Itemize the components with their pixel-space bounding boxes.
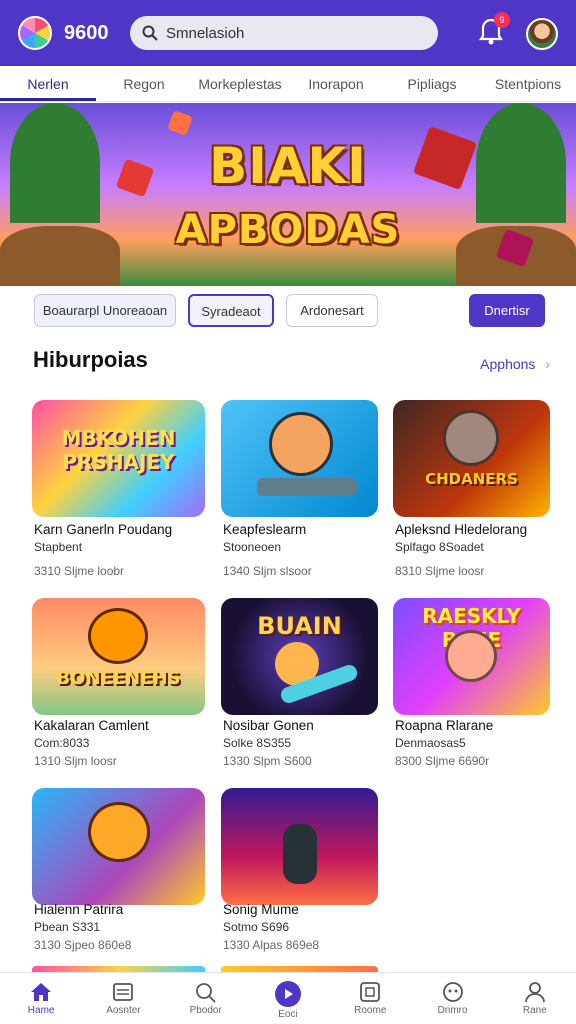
game-subtitle: Solke 8S355 <box>223 736 292 750</box>
game-card-image[interactable] <box>32 788 205 905</box>
filter-chip-3[interactable]: Ardonesart <box>286 294 378 327</box>
section-see-all-link[interactable]: Apphons › <box>480 356 550 372</box>
game-title[interactable]: Nosibar Gonen <box>223 718 314 733</box>
game-title[interactable]: Roapna Rlarane <box>395 718 493 733</box>
game-subtitle: Pbean S331 <box>34 920 101 934</box>
nav-label: Pbodor <box>189 1005 222 1016</box>
game-meta: 1310 Sljm loosr <box>34 754 117 768</box>
nav-label: Aosnter <box>106 1005 141 1016</box>
game-meta: 1330 Alpas 869e8 <box>223 938 320 952</box>
search-input[interactable]: Smnelasioh <box>130 16 438 50</box>
game-title[interactable]: Sonig Mume <box>223 902 299 917</box>
game-title[interactable]: Kakalaran Camlent <box>34 718 149 733</box>
tab-inorapon[interactable]: Inorapon <box>288 66 384 101</box>
game-meta: 3130 Sjpeo 860e8 <box>34 938 132 952</box>
app-logo-icon[interactable] <box>18 16 52 50</box>
character-gun <box>257 478 357 496</box>
game-art-text: BUAIN <box>257 612 342 640</box>
character-face <box>445 630 497 682</box>
search-icon <box>142 25 158 41</box>
game-meta: 8310 Sljme loosr <box>395 564 485 578</box>
character-face <box>443 410 499 466</box>
tab-regon[interactable]: Regon <box>96 66 192 101</box>
see-all-label: Apphons <box>480 356 536 372</box>
character-face <box>88 802 150 862</box>
tab-nerlen[interactable]: Nerlen <box>0 66 96 101</box>
square-icon <box>360 982 381 1002</box>
cube-decoration <box>167 110 193 136</box>
nav-dnmro[interactable]: Dnmro <box>411 973 493 1024</box>
nav-label: Eoci <box>278 1009 298 1020</box>
gamepad-icon <box>442 982 463 1002</box>
game-art-text: MBKOHEN PRSHAJEY <box>61 426 176 474</box>
character-silhouette <box>283 824 317 884</box>
nav-label: Hame <box>27 1005 55 1016</box>
filter-chip-1[interactable]: Boaurarpl Unoreaoan <box>34 294 176 327</box>
category-tabs: Nerlen Regon Morkeplestas Inorapon Pipli… <box>0 66 576 102</box>
tab-pipliags[interactable]: Pipliags <box>384 66 480 101</box>
filter-bar: Boaurarpl Unoreaoan Syradeaot Ardonesart… <box>34 294 546 328</box>
home-icon <box>31 983 52 1001</box>
nav-play[interactable]: Eoci <box>247 973 329 1024</box>
tab-stentpions[interactable]: Stentpions <box>480 66 576 101</box>
nav-room[interactable]: Roome <box>329 973 411 1024</box>
character-face <box>269 412 333 476</box>
hero-banner[interactable]: BIAKI APBODAS <box>0 103 576 286</box>
nav-label: Roome <box>354 1005 387 1016</box>
game-meta: 1330 Slpm S600 <box>223 754 312 768</box>
game-card-image[interactable]: RAESKLY BAIJE <box>393 598 550 715</box>
app-header: 9600 Smnelasioh 9 <box>0 0 576 66</box>
game-title[interactable]: Apleksnd Hledelorang <box>395 522 527 537</box>
game-title[interactable]: Hialenn Patrira <box>34 902 123 917</box>
search-placeholder: Smnelasioh <box>166 24 245 42</box>
game-card-image[interactable]: BONEENEHS <box>32 598 205 715</box>
nav-label: Rane <box>522 1005 547 1016</box>
search-icon <box>195 983 216 1003</box>
character-face <box>88 608 148 664</box>
banner-title-line2: APBODAS <box>175 207 401 253</box>
game-card-image[interactable]: BUAIN <box>221 598 378 715</box>
game-subtitle: Splfago 8Soadet <box>395 540 484 554</box>
nav-account[interactable]: Aosnter <box>82 973 164 1024</box>
game-card-image[interactable]: MBKOHEN PRSHAJEY <box>32 400 205 517</box>
game-title[interactable]: Karn Ganerln Poudang <box>34 522 172 537</box>
nav-search[interactable]: Pbodor <box>165 973 247 1024</box>
chevron-right-icon: › <box>545 356 550 372</box>
game-meta: 1340 Sljm slsoor <box>223 564 312 578</box>
nav-profile[interactable]: Rane <box>494 973 576 1024</box>
list-icon <box>113 983 134 1001</box>
game-title[interactable]: Keapfeslearm <box>223 522 306 537</box>
game-card-image[interactable] <box>221 788 378 905</box>
user-avatar[interactable] <box>526 18 558 50</box>
game-meta: 8300 Sljme 6690r <box>395 754 490 768</box>
tab-morkeplestas[interactable]: Morkeplestas <box>192 66 288 101</box>
play-circle-icon <box>274 981 301 1007</box>
game-art-text: CHDANERS <box>425 470 518 488</box>
game-card-image[interactable] <box>221 400 378 517</box>
notification-badge: 9 <box>494 12 510 28</box>
game-subtitle: Stapbent <box>34 540 83 554</box>
nav-home[interactable]: Hame <box>0 973 82 1024</box>
section-title: Hiburpoias <box>33 347 148 372</box>
user-icon <box>524 982 545 1003</box>
game-subtitle: Denmaosas5 <box>395 736 466 750</box>
bottom-navigation: Hame Aosnter Pbodor Eoci Roome Dnmro Ran… <box>0 972 576 1024</box>
filter-apply-button[interactable]: Dnertisr <box>469 294 545 327</box>
game-subtitle: Sotmo S696 <box>223 920 290 934</box>
nav-label: Dnmro <box>437 1005 468 1016</box>
brand-name: 9600 <box>64 21 109 44</box>
game-card-image[interactable]: CHDANERS <box>393 400 550 517</box>
banner-title-line1: BIAKI <box>209 137 367 195</box>
game-subtitle: Stooneoen <box>223 540 282 554</box>
game-subtitle: Com:8033 <box>34 736 90 750</box>
game-art-text: BONEENEHS <box>56 668 181 689</box>
notifications-button[interactable]: 9 <box>478 12 510 51</box>
game-meta: 3310 Sljme loobr <box>34 564 125 578</box>
filter-chip-2[interactable]: Syradeaot <box>188 294 274 327</box>
